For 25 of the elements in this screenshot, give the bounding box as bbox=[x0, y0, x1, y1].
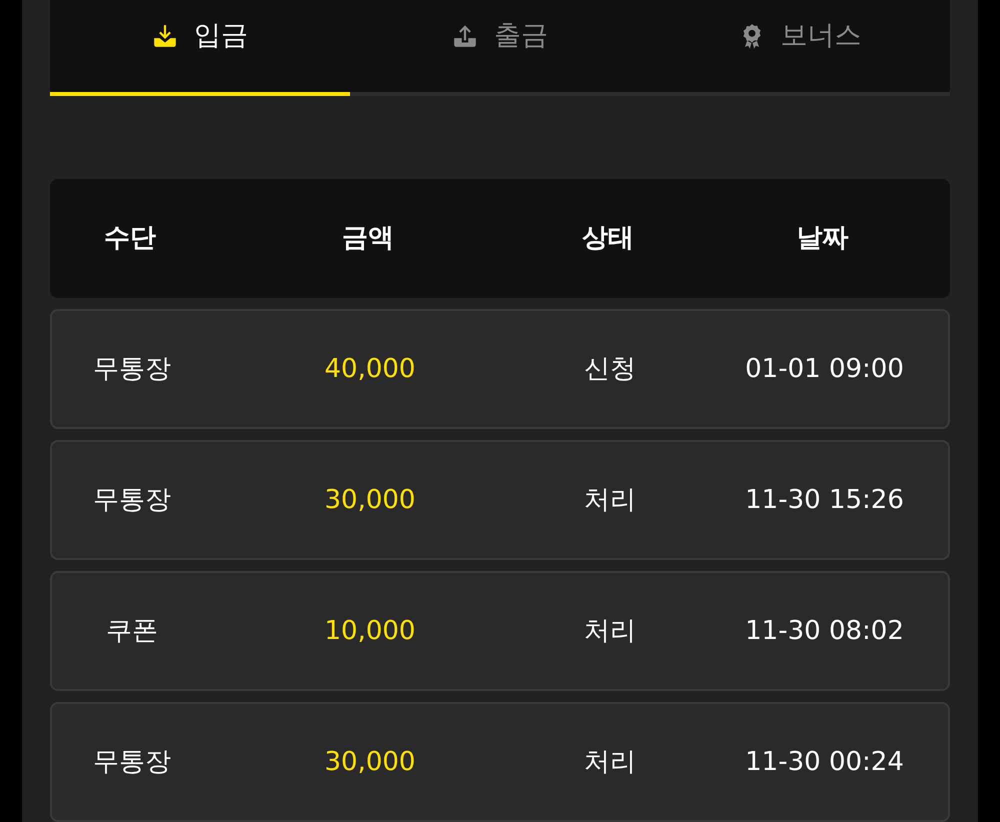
table-cell-text: 11-30 08:02 bbox=[744, 614, 905, 648]
table-cell-text: 신청 bbox=[583, 352, 637, 386]
table-cell-text: 11-30 15:26 bbox=[744, 484, 905, 516]
table-cell-text: 처리 bbox=[583, 614, 637, 648]
table-cell-text: 쿠폰 bbox=[105, 614, 159, 648]
table-cell-text: 30,000 bbox=[324, 484, 416, 516]
column-header: 상태 bbox=[581, 222, 635, 256]
upload-icon bbox=[452, 23, 478, 50]
download-icon bbox=[152, 23, 178, 50]
tab[interactable]: 입금 bbox=[50, 0, 350, 92]
column-header: 날짜 bbox=[796, 222, 850, 256]
table-cell-text: 무통장 bbox=[92, 484, 172, 516]
tab[interactable]: 출금 bbox=[350, 0, 650, 92]
table-cell-text: 10,000 bbox=[324, 614, 416, 648]
table-cell-text: 처리 bbox=[583, 484, 637, 516]
table-cell-text: 무통장 bbox=[92, 352, 172, 386]
table-cell-text: 무통장 bbox=[92, 746, 172, 778]
table-cell-text: 01-01 09:00 bbox=[744, 352, 905, 386]
table-cell-text: 11-30 00:24 bbox=[744, 746, 905, 778]
column-header: 수단 bbox=[103, 222, 157, 256]
table-cell-text: 40,000 bbox=[324, 352, 416, 386]
table-cell-text: 처리 bbox=[583, 746, 637, 778]
column-header: 금액 bbox=[341, 222, 395, 256]
tab[interactable]: 보너스 bbox=[650, 0, 950, 92]
table-cell-text: 30,000 bbox=[324, 746, 416, 778]
